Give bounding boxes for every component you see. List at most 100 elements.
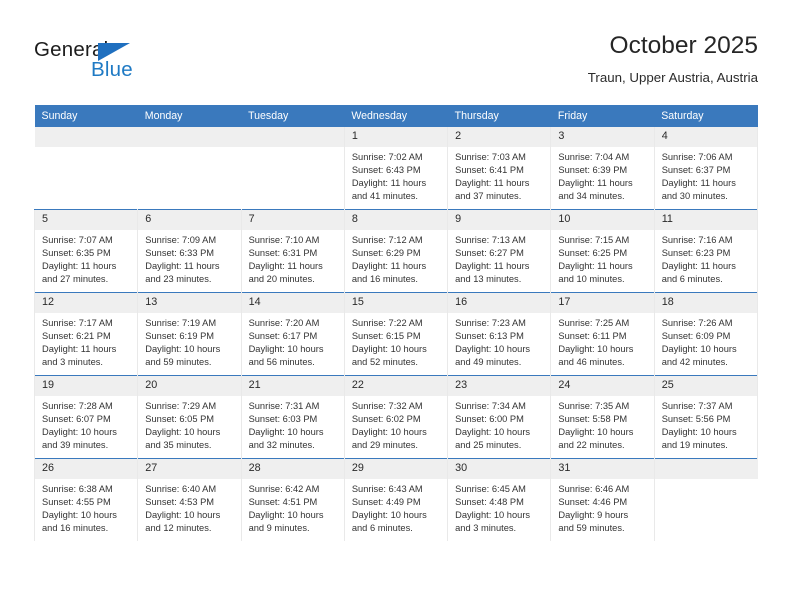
- daylight-text-2: and 19 minutes.: [661, 440, 728, 451]
- calendar-day-cell[interactable]: 8 Sunrise: 7:12 AM Sunset: 6:29 PM Daylight…: [343, 209, 449, 293]
- daylight-text-2: and 59 minutes.: [558, 523, 625, 534]
- daylight-text-1: Daylight: 9 hours: [558, 510, 629, 521]
- calendar-day-cell[interactable]: 9 Sunrise: 7:13 AM Sunset: 6:27 PM Daylight…: [447, 209, 552, 293]
- weekday-header-tuesday: Tuesday: [241, 105, 345, 127]
- daylight-text-2: and 25 minutes.: [455, 440, 522, 451]
- day-sun-info: Sunrise: 7:06 AM Sunset: 6:37 PM Daylight:…: [655, 147, 757, 203]
- general-blue-logo[interactable]: General Blue: [34, 38, 234, 90]
- day-number: 27: [138, 459, 241, 479]
- daylight-text-1: Daylight: 10 hours: [351, 344, 427, 355]
- daylight-text-2: and 46 minutes.: [558, 357, 625, 368]
- sunset-text: Sunset: 4:51 PM: [248, 497, 318, 508]
- day-number: [137, 127, 242, 147]
- daylight-text-1: Daylight: 11 hours: [455, 178, 530, 189]
- calendar-day-cell[interactable]: 22 Sunrise: 7:32 AM Sunset: 6:02 PM Dayligh…: [343, 375, 449, 459]
- day-number: 16: [448, 293, 551, 313]
- calendar-day-cell[interactable]: 14 Sunrise: 7:20 AM Sunset: 6:17 PM Dayligh…: [240, 292, 345, 376]
- day-number: [654, 459, 758, 479]
- day-sun-info: Sunrise: 6:46 AM Sunset: 4:46 PM Daylight:…: [551, 479, 653, 535]
- calendar-day-cell[interactable]: 31 Sunrise: 6:46 AM Sunset: 4:46 PM Dayligh…: [550, 458, 655, 541]
- daylight-text-2: and 6 minutes.: [661, 274, 723, 285]
- calendar-day-cell[interactable]: 21 Sunrise: 7:31 AM Sunset: 6:03 PM Dayligh…: [240, 375, 345, 459]
- day-number: 2: [448, 127, 551, 147]
- calendar-day-cell[interactable]: 26 Sunrise: 6:38 AM Sunset: 4:55 PM Dayligh…: [33, 458, 139, 541]
- calendar-day-cell[interactable]: 6 Sunrise: 7:09 AM Sunset: 6:33 PM Daylight…: [137, 209, 242, 293]
- sunset-text: Sunset: 6:21 PM: [42, 331, 111, 342]
- calendar-day-cell[interactable]: 16 Sunrise: 7:23 AM Sunset: 6:13 PM Dayligh…: [447, 292, 552, 376]
- calendar-day-cell[interactable]: 1 Sunrise: 7:02 AM Sunset: 6:43 PM Daylight…: [343, 127, 449, 210]
- day-sun-info: Sunrise: 6:43 AM Sunset: 4:49 PM Daylight:…: [345, 479, 447, 535]
- daylight-text-2: and 29 minutes.: [351, 440, 418, 451]
- calendar-day-cell[interactable]: 24 Sunrise: 7:35 AM Sunset: 5:58 PM Dayligh…: [550, 375, 655, 459]
- calendar-day-cell[interactable]: 12 Sunrise: 7:17 AM Sunset: 6:21 PM Dayligh…: [33, 292, 139, 376]
- calendar-day-cell[interactable]: 30 Sunrise: 6:45 AM Sunset: 4:48 PM Dayligh…: [447, 458, 552, 541]
- daylight-text-2: and 56 minutes.: [248, 357, 315, 368]
- daylight-text-1: Daylight: 11 hours: [351, 261, 427, 272]
- sunset-text: Sunset: 4:46 PM: [558, 497, 628, 508]
- daylight-text-2: and 59 minutes.: [145, 357, 212, 368]
- sunrise-text: Sunrise: 7:29 AM: [145, 401, 217, 411]
- sunrise-text: Sunrise: 6:45 AM: [455, 484, 526, 494]
- sunset-text: Sunset: 6:27 PM: [455, 248, 524, 259]
- sunset-text: Sunset: 6:05 PM: [145, 414, 215, 425]
- calendar-body: 1 Sunrise: 7:02 AM Sunset: 6:43 PM Daylight…: [33, 127, 759, 541]
- calendar-day-cell[interactable]: 15 Sunrise: 7:22 AM Sunset: 6:15 PM Dayligh…: [343, 292, 449, 376]
- day-sun-info: Sunrise: 7:29 AM Sunset: 6:05 PM Daylight:…: [138, 396, 240, 452]
- day-sun-info: Sunrise: 7:09 AM Sunset: 6:33 PM Daylight:…: [138, 230, 240, 286]
- daylight-text-2: and 6 minutes.: [351, 523, 413, 534]
- calendar-day-cell[interactable]: 13 Sunrise: 7:19 AM Sunset: 6:19 PM Dayligh…: [137, 292, 242, 376]
- daylight-text-1: Daylight: 10 hours: [661, 344, 737, 355]
- daylight-text-2: and 20 minutes.: [248, 274, 315, 285]
- day-number: 31: [551, 459, 654, 479]
- calendar-day-cell[interactable]: 11 Sunrise: 7:16 AM Sunset: 6:23 PM Dayligh…: [653, 209, 759, 293]
- sunset-text: Sunset: 4:48 PM: [455, 497, 524, 508]
- calendar-day-cell[interactable]: 10 Sunrise: 7:15 AM Sunset: 6:25 PM Dayligh…: [550, 209, 655, 293]
- day-sun-info: Sunrise: 7:16 AM Sunset: 6:23 PM Daylight:…: [655, 230, 757, 286]
- sunset-text: Sunset: 4:49 PM: [351, 497, 421, 508]
- day-sun-info: Sunrise: 7:10 AM Sunset: 6:31 PM Daylight:…: [242, 230, 344, 286]
- sunset-text: Sunset: 6:33 PM: [145, 248, 215, 259]
- day-sun-info: Sunrise: 7:19 AM Sunset: 6:19 PM Daylight:…: [138, 313, 240, 369]
- calendar-day-cell[interactable]: 7 Sunrise: 7:10 AM Sunset: 6:31 PM Daylight…: [240, 209, 345, 293]
- weekday-header-wednesday: Wednesday: [344, 105, 448, 127]
- daylight-text-2: and 34 minutes.: [558, 191, 625, 202]
- sunrise-text: Sunrise: 7:12 AM: [351, 235, 423, 245]
- calendar-day-cell[interactable]: 3 Sunrise: 7:04 AM Sunset: 6:39 PM Daylight…: [550, 127, 655, 210]
- day-number: 24: [551, 376, 654, 396]
- calendar-day-cell[interactable]: 29 Sunrise: 6:43 AM Sunset: 4:49 PM Dayligh…: [343, 458, 449, 541]
- day-number: 13: [138, 293, 241, 313]
- sunset-text: Sunset: 6:39 PM: [558, 165, 628, 176]
- sunrise-text: Sunrise: 7:23 AM: [455, 318, 526, 328]
- daylight-text-1: Daylight: 11 hours: [145, 261, 220, 272]
- calendar-week-row: 12 Sunrise: 7:17 AM Sunset: 6:21 PM Dayligh…: [33, 292, 759, 376]
- calendar-day-cell[interactable]: 5 Sunrise: 7:07 AM Sunset: 6:35 PM Daylight…: [33, 209, 139, 293]
- sunset-text: Sunset: 6:02 PM: [351, 414, 421, 425]
- day-number: 17: [551, 293, 654, 313]
- sunrise-text: Sunrise: 7:35 AM: [558, 401, 630, 411]
- daylight-text-1: Daylight: 10 hours: [558, 427, 634, 438]
- day-number: 26: [35, 459, 138, 479]
- calendar-day-cell[interactable]: 25 Sunrise: 7:37 AM Sunset: 5:56 PM Dayligh…: [653, 375, 759, 459]
- sunset-text: Sunset: 6:31 PM: [248, 248, 318, 259]
- calendar-day-cell[interactable]: 27 Sunrise: 6:40 AM Sunset: 4:53 PM Dayligh…: [137, 458, 242, 541]
- calendar-day-cell[interactable]: 2 Sunrise: 7:03 AM Sunset: 6:41 PM Daylight…: [447, 127, 552, 210]
- calendar-day-cell[interactable]: 18 Sunrise: 7:26 AM Sunset: 6:09 PM Dayligh…: [653, 292, 759, 376]
- page-subtitle-location: Traun, Upper Austria, Austria: [587, 69, 758, 85]
- page-title: October 2025: [609, 32, 758, 59]
- calendar-day-cell[interactable]: 28 Sunrise: 6:42 AM Sunset: 4:51 PM Dayligh…: [240, 458, 345, 541]
- sunset-text: Sunset: 6:19 PM: [145, 331, 215, 342]
- calendar-day-cell[interactable]: 19 Sunrise: 7:28 AM Sunset: 6:07 PM Dayligh…: [33, 375, 139, 459]
- sunset-text: Sunset: 6:25 PM: [558, 248, 628, 259]
- day-number: 29: [344, 459, 448, 479]
- calendar-day-cell[interactable]: 17 Sunrise: 7:25 AM Sunset: 6:11 PM Dayligh…: [550, 292, 655, 376]
- day-number: 22: [344, 376, 448, 396]
- calendar-header-row: Sunday Monday Tuesday Wednesday Thursday Frid…: [34, 105, 758, 127]
- calendar-day-cell[interactable]: 4 Sunrise: 7:06 AM Sunset: 6:37 PM Daylight…: [653, 127, 759, 210]
- day-number: 7: [241, 210, 344, 230]
- calendar-day-cell[interactable]: 20 Sunrise: 7:29 AM Sunset: 6:05 PM Dayligh…: [137, 375, 242, 459]
- sunset-text: Sunset: 4:53 PM: [145, 497, 215, 508]
- day-sun-info: Sunrise: 7:03 AM Sunset: 6:41 PM Daylight:…: [448, 147, 550, 203]
- day-sun-info: Sunrise: 7:02 AM Sunset: 6:43 PM Daylight:…: [345, 147, 447, 203]
- day-number: 30: [448, 459, 551, 479]
- calendar-day-cell[interactable]: 23 Sunrise: 7:34 AM Sunset: 6:00 PM Dayligh…: [447, 375, 552, 459]
